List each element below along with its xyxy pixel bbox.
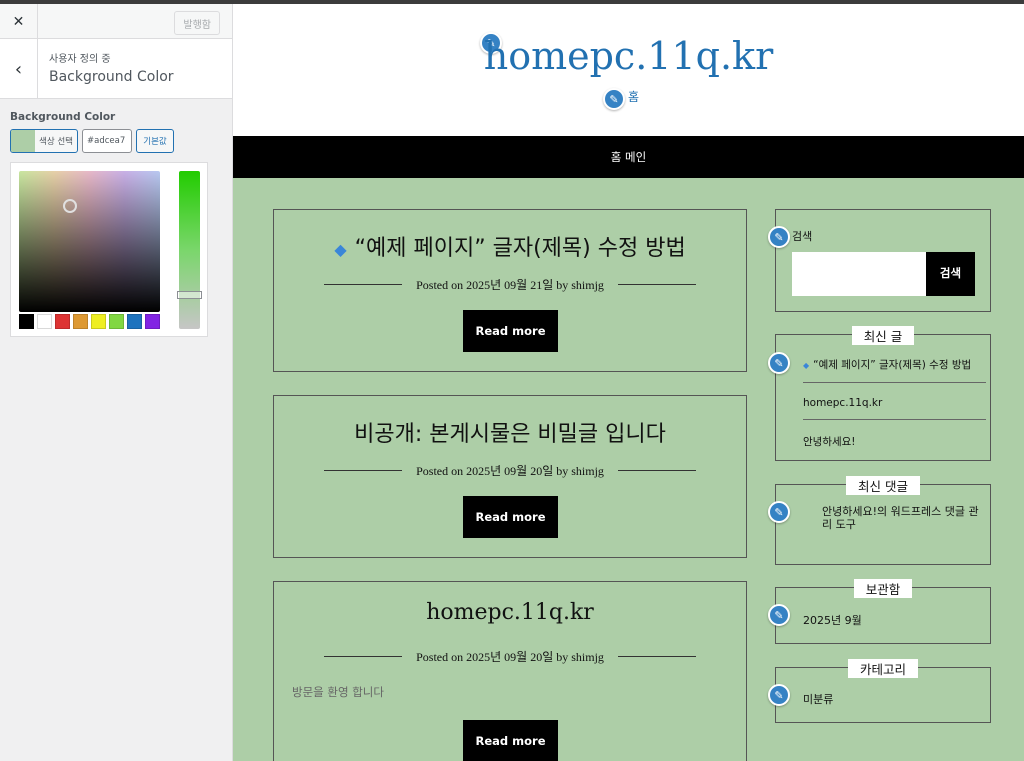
site-header: ✎ homepc.11q.kr ✎ 홈 (233, 4, 1024, 136)
color-palette (19, 314, 160, 329)
widget-title: 보관함 (776, 579, 990, 598)
color-gradient-area[interactable] (19, 171, 160, 312)
post-title[interactable]: 비공개: 본게시물은 비밀글 입니다 (274, 416, 746, 448)
widget-title: 최신 글 (776, 326, 990, 345)
edit-pencil-icon[interactable]: ✎ (768, 226, 790, 248)
palette-swatch[interactable] (37, 314, 52, 329)
widget-title-text: 카테고리 (847, 659, 918, 678)
post-title-text: “예제 페이지” 글자(제목) 수정 방법 (354, 236, 686, 261)
post-card: ◆ “예제 페이지” 글자(제목) 수정 방법 Posted on 2025년 0… (273, 209, 747, 372)
default-button[interactable]: 기본값 (136, 129, 174, 153)
select-color-button[interactable]: 색상 선택 (10, 129, 78, 153)
post-title[interactable]: ◆ “예제 페이지” 글자(제목) 수정 방법 (274, 230, 746, 262)
recent-posts-list: ◆ “예제 페이지” 글자(제목) 수정 방법 homepc.11q.kr 안녕하… (803, 353, 986, 469)
read-more-button[interactable]: Read more (463, 720, 558, 761)
list-item[interactable]: 안녕하세요! (803, 430, 986, 459)
archives-widget: 보관함 2025년 9월 (775, 579, 991, 644)
publish-button[interactable]: 발행함 (174, 11, 220, 35)
edit-pencil-icon[interactable]: ✎ (603, 88, 625, 110)
widget-title-text: 최신 댓글 (846, 476, 920, 495)
edit-pencil-icon[interactable]: ✎ (768, 352, 790, 374)
diamond-icon: ◆ (803, 361, 810, 370)
gradient-handle[interactable] (63, 199, 77, 213)
post-card: homepc.11q.kr Posted on 2025년 09월 20일 by… (273, 581, 747, 761)
recent-comments-widget: 최신 댓글 안녕하세요!의 워드프레스 댓글 관리 도구 (775, 476, 991, 565)
edit-pencil-icon[interactable]: ✎ (768, 604, 790, 626)
palette-swatch[interactable] (55, 314, 70, 329)
customizer-sidebar: ✕ 발행함 ‹ 사용자 정의 중 Background Color Backgr… (0, 4, 233, 761)
control-label: Background Color (10, 111, 116, 123)
edit-pencil-icon[interactable]: ✎ (768, 501, 790, 523)
palette-swatch[interactable] (145, 314, 160, 329)
palette-swatch[interactable] (127, 314, 142, 329)
site-preview: ✎ homepc.11q.kr ✎ 홈 홈 메인 ◆ “예제 페이지” 글자(제목… (233, 4, 1024, 761)
current-color-swatch (11, 130, 35, 152)
widget-title: 카테고리 (776, 659, 990, 678)
archive-item[interactable]: 2025년 9월 (803, 612, 862, 628)
palette-swatch[interactable] (73, 314, 88, 329)
section-title: Background Color (49, 69, 174, 85)
diamond-icon: ◆ (334, 240, 347, 259)
widget-title: 최신 댓글 (776, 476, 990, 495)
hex-input[interactable]: #adcea7 (82, 129, 132, 153)
palette-swatch[interactable] (91, 314, 106, 329)
customizer-header: ✕ 발행함 (0, 4, 232, 39)
color-picker (10, 162, 208, 337)
read-more-button[interactable]: Read more (463, 310, 558, 352)
site-description: 홈 (628, 90, 640, 104)
main-navigation: 홈 메인 (233, 136, 1024, 178)
site-title[interactable]: homepc.11q.kr (233, 34, 1024, 78)
post-meta-text: Posted on 2025년 09월 20일 by shimjg (416, 650, 604, 664)
recent-comment[interactable]: 안녕하세요!의 워드프레스 댓글 관리 도구 (822, 505, 982, 531)
widget-title-text: 최신 글 (851, 326, 915, 345)
slider-handle[interactable] (177, 291, 202, 299)
search-input[interactable] (792, 252, 926, 296)
categories-widget: 카테고리 미분류 (775, 659, 991, 723)
recent-posts-widget: 최신 글 ◆ “예제 페이지” 글자(제목) 수정 방법 homepc.11q.k… (775, 326, 991, 461)
widget-title-text: 보관함 (853, 579, 913, 598)
post-meta: Posted on 2025년 09월 20일 by shimjg (324, 648, 697, 665)
palette-swatch[interactable] (109, 314, 124, 329)
post-meta-text: Posted on 2025년 09월 20일 by shimjg (416, 464, 604, 478)
back-icon[interactable]: ‹ (0, 39, 38, 99)
section-header: ‹ 사용자 정의 중 Background Color (0, 39, 232, 99)
breadcrumb: 사용자 정의 중 (49, 54, 111, 65)
post-meta-text: Posted on 2025년 09월 21일 by shimjg (416, 278, 604, 292)
search-widget: 검색 검색 (775, 209, 991, 312)
list-item[interactable]: ◆ “예제 페이지” 글자(제목) 수정 방법 (803, 353, 986, 383)
post-meta: Posted on 2025년 09월 21일 by shimjg (324, 276, 697, 293)
hue-slider[interactable] (177, 171, 202, 329)
nav-item-home[interactable]: 홈 메인 (611, 149, 646, 165)
read-more-button[interactable]: Read more (463, 496, 558, 538)
post-title[interactable]: homepc.11q.kr (274, 600, 746, 625)
post-card: 비공개: 본게시물은 비밀글 입니다 Posted on 2025년 09월 2… (273, 395, 747, 558)
post-excerpt: 방문을 환영 합니다 (292, 685, 384, 699)
post-meta: Posted on 2025년 09월 20일 by shimjg (324, 462, 697, 479)
edit-pencil-icon[interactable]: ✎ (768, 684, 790, 706)
palette-swatch[interactable] (19, 314, 34, 329)
list-item[interactable]: homepc.11q.kr (803, 393, 986, 420)
category-item[interactable]: 미분류 (803, 691, 833, 707)
search-button[interactable]: 검색 (926, 252, 975, 296)
close-icon[interactable]: ✕ (0, 4, 38, 39)
select-color-label: 색상 선택 (39, 137, 73, 147)
search-label: 검색 (792, 230, 813, 243)
list-item-text: “예제 페이지” 글자(제목) 수정 방법 (813, 359, 972, 371)
